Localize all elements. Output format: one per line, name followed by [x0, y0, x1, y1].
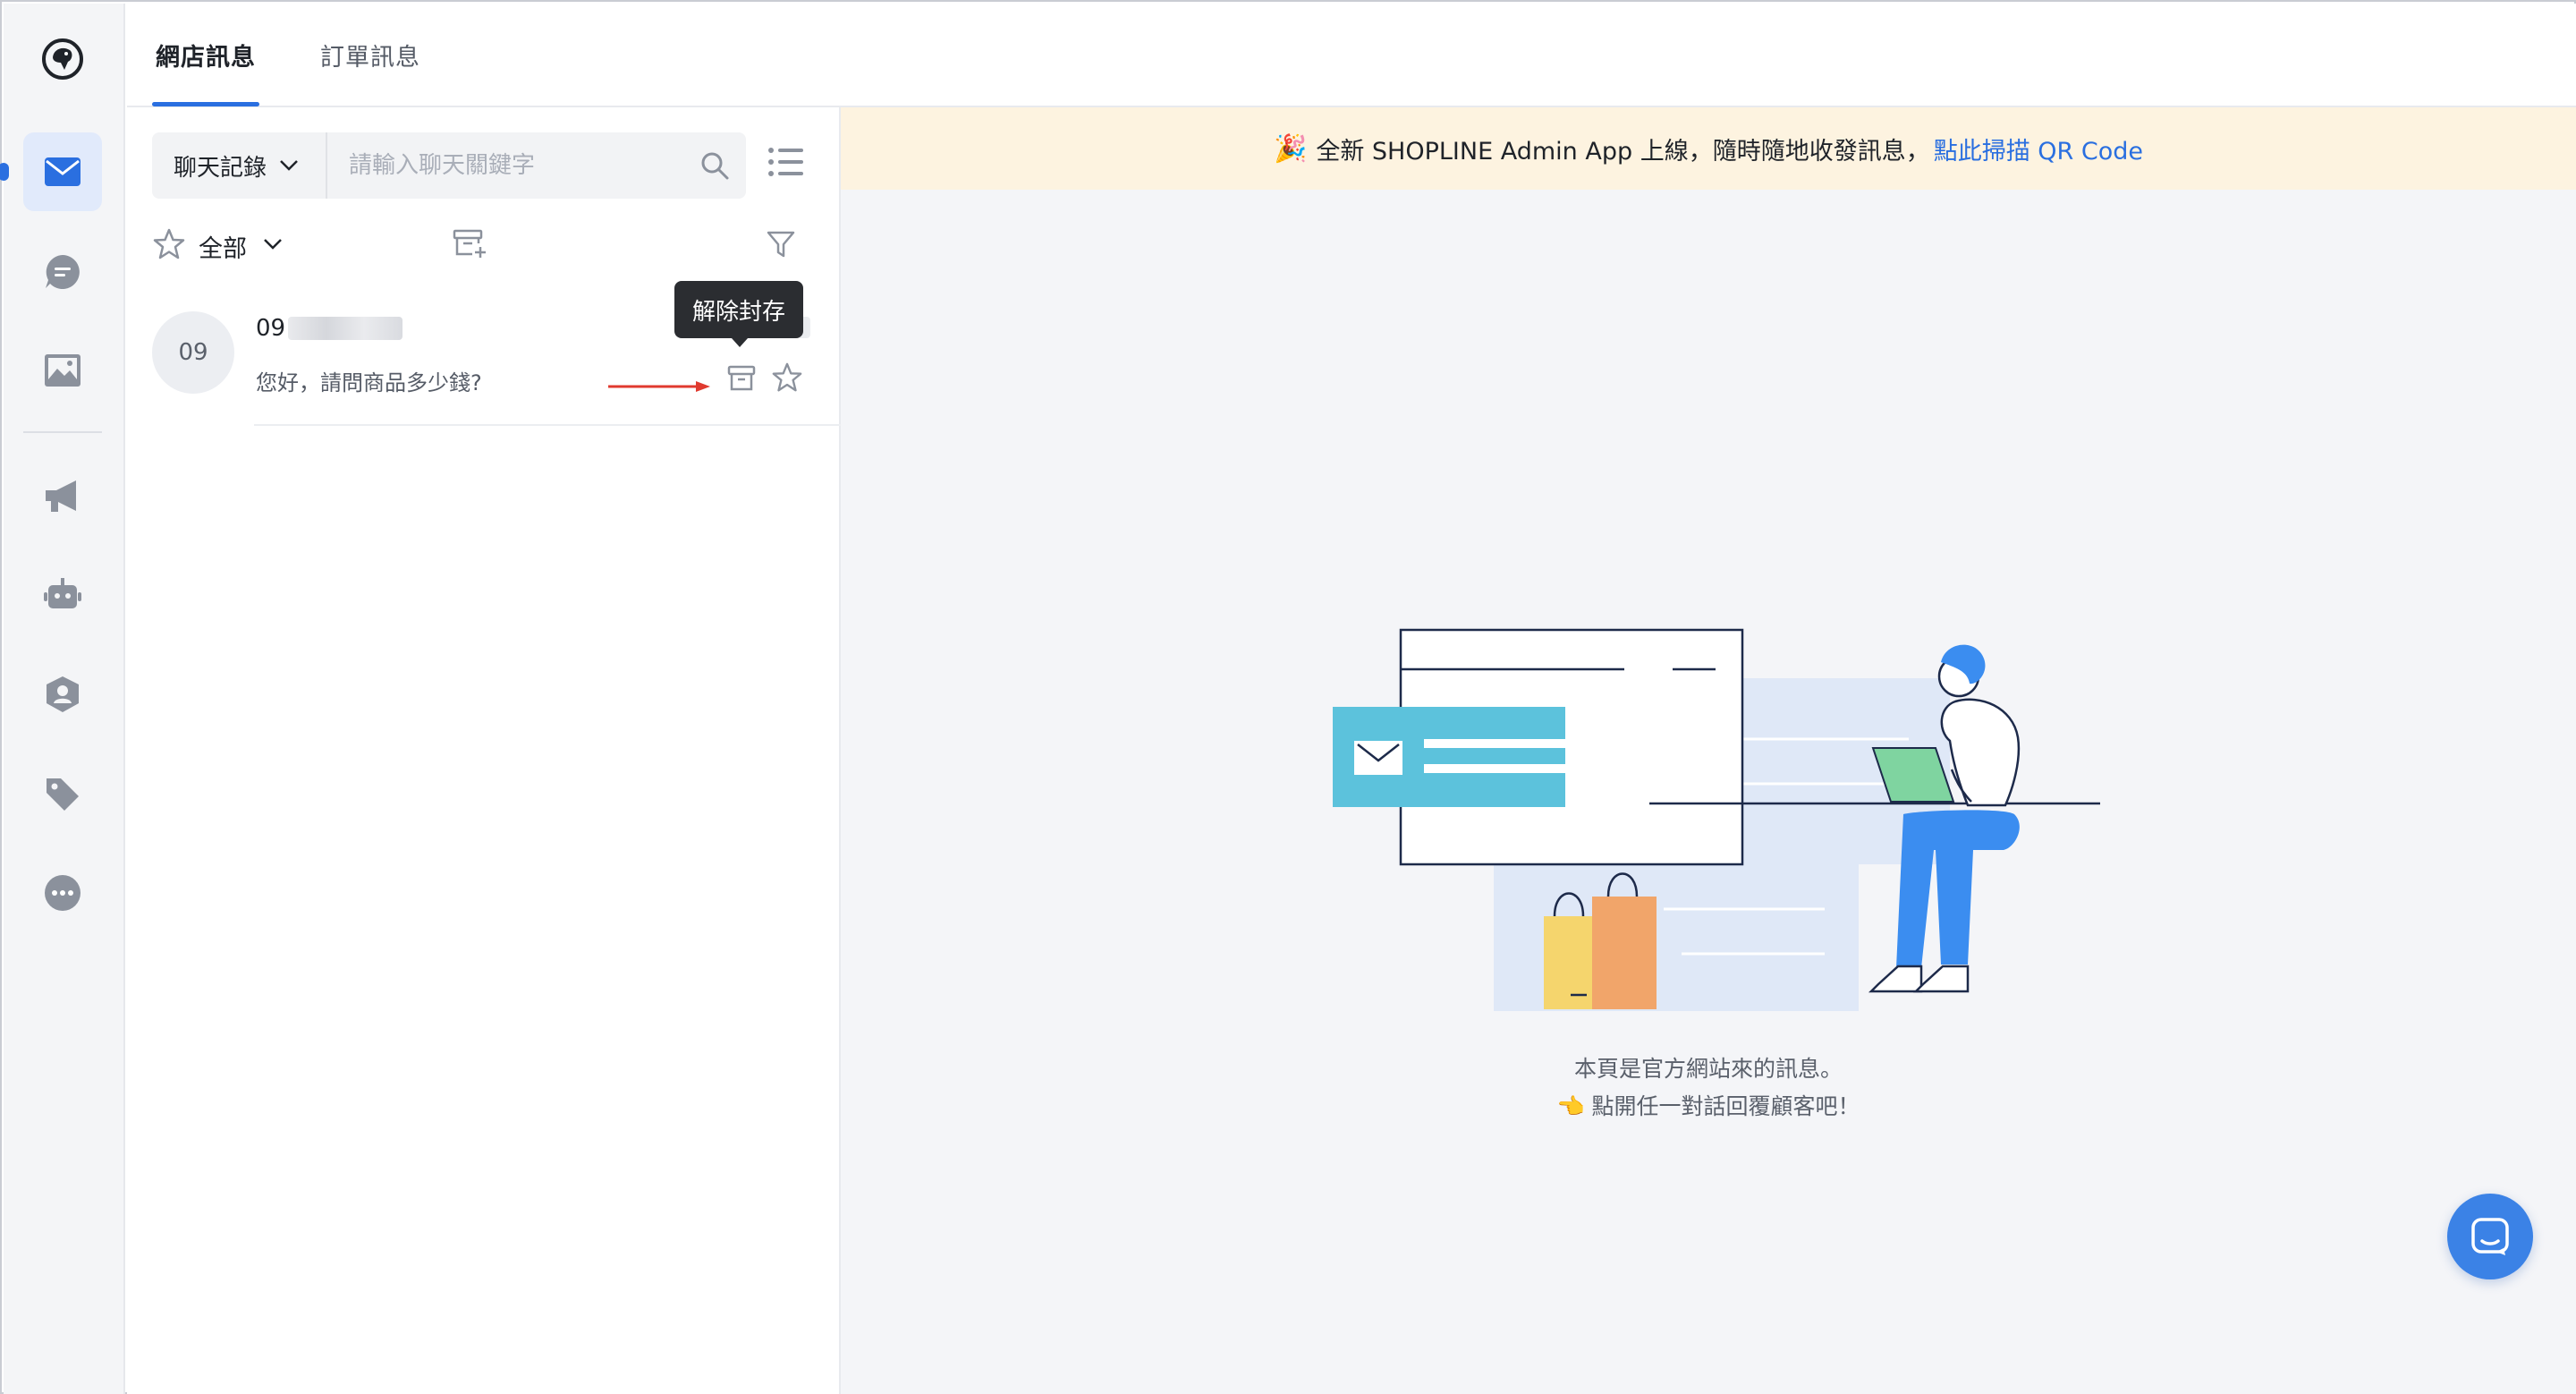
filter-funnel-icon[interactable] [766, 229, 796, 259]
empty-state-line-1: 本頁是官方網站來的訊息。 [1573, 1056, 1843, 1082]
sidebar-item-media[interactable] [23, 331, 102, 410]
chevron-down-icon[interactable] [263, 238, 283, 251]
conversation-list-panel: 聊天記錄 全部 [127, 107, 841, 1394]
chat-icon [46, 255, 80, 289]
filter-dropdown-label[interactable]: 全部 [199, 229, 247, 264]
conversation-name: 09 [256, 315, 286, 342]
empty-state-text: 本頁是官方網站來的訊息。 👈 點開任一對話回覆顧客吧！ [841, 1050, 2576, 1126]
mail-icon [45, 157, 80, 186]
shopline-logo-icon[interactable] [41, 38, 84, 81]
more-icon [45, 875, 80, 911]
top-tab-bar: 網店訊息 訂單訊息 [127, 4, 2576, 107]
search-bar: 聊天記錄 [152, 132, 746, 199]
tag-icon [47, 778, 79, 811]
tab-order-messages[interactable]: 訂單訊息 [320, 38, 420, 72]
search-type-label: 聊天記錄 [174, 154, 267, 182]
empty-state-illustration [1333, 628, 2100, 1011]
sidebar-item-chat[interactable] [23, 233, 102, 311]
sidebar-item-tags[interactable] [23, 755, 102, 834]
sidebar-divider [23, 431, 102, 433]
sidebar-item-broadcast[interactable] [23, 456, 102, 535]
archived-list-icon[interactable] [453, 229, 488, 259]
tab-store-messages[interactable]: 網店訊息 [156, 38, 256, 72]
banner-qr-link[interactable]: 點此掃描 QR Code [1934, 132, 2143, 166]
chevron-down-icon [280, 160, 298, 171]
conversation-last-message: 您好，請問商品多少錢? [256, 370, 482, 395]
robot-icon [44, 578, 81, 608]
megaphone-icon [46, 480, 76, 512]
filter-row: 全部 [152, 224, 814, 268]
unarchive-button[interactable] [724, 361, 758, 395]
archive-box-icon [727, 365, 756, 391]
search-input[interactable] [331, 132, 689, 199]
star-outline-icon [772, 362, 802, 392]
sidebar-rail [0, 4, 125, 1394]
unarchive-tooltip: 解除封存 [674, 281, 803, 347]
search-icon[interactable] [699, 150, 730, 181]
empty-state-line-2: 👈 點開任一對話回覆顧客吧！ [1556, 1093, 1860, 1119]
chat-bubble-icon [2471, 1218, 2509, 1255]
search-type-dropdown[interactable]: 聊天記錄 [152, 132, 327, 199]
list-divider [254, 424, 841, 426]
message-detail-panel: 🎉 全新 SHOPLINE Admin App 上線，隨時隨地收發訊息， 點此掃… [841, 107, 2576, 1394]
banner-text: 全新 SHOPLINE Admin App 上線，隨時隨地收發訊息， [1316, 137, 1930, 166]
sidebar-item-messages[interactable] [23, 132, 102, 211]
star-outline-icon[interactable] [152, 227, 186, 261]
active-indicator [0, 163, 9, 181]
sidebar-item-customers[interactable] [23, 655, 102, 734]
support-chat-button[interactable] [2447, 1194, 2533, 1279]
announcement-banner: 🎉 全新 SHOPLINE Admin App 上線，隨時隨地收發訊息， 點此掃… [841, 107, 2576, 190]
active-tab-underline [152, 102, 259, 106]
user-shield-icon [47, 676, 79, 712]
list-view-icon[interactable] [767, 147, 803, 177]
sidebar-item-bot[interactable] [23, 555, 102, 633]
star-button[interactable] [769, 360, 805, 395]
redacted-name-blur [288, 317, 402, 340]
party-popper-icon: 🎉 [1273, 132, 1308, 165]
avatar: 09 [152, 311, 234, 394]
annotation-arrow-icon [608, 381, 710, 392]
app-window: 網店訊息 訂單訊息 聊天記錄 請輸入聊天關鍵字 全部 09 09 您好，請問商品… [0, 0, 2576, 1394]
sidebar-item-more[interactable] [23, 854, 102, 932]
image-icon [45, 354, 80, 387]
